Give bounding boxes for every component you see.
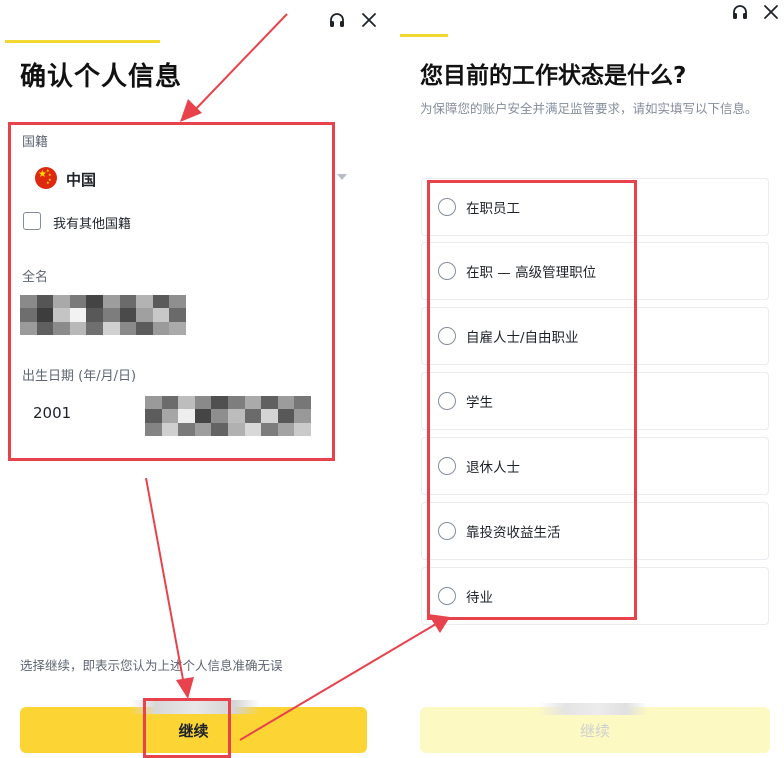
radio-icon[interactable] xyxy=(438,587,456,605)
disclaimer-text: 选择继续，即表示您认为上述个人信息准确无误 xyxy=(20,658,283,673)
page-title: 确认个人信息 xyxy=(20,62,183,92)
other-nationality-label[interactable]: 我有其他国籍 xyxy=(53,213,131,232)
close-icon[interactable] xyxy=(358,9,380,31)
arrow-to-continue xyxy=(145,477,185,686)
option-self-employed[interactable]: 自雇人士/自由职业 xyxy=(421,307,769,365)
headset-icon[interactable] xyxy=(729,1,751,23)
full-name-field-redacted[interactable] xyxy=(20,295,186,335)
blurred-overlay xyxy=(130,700,260,714)
other-nationality-checkbox[interactable] xyxy=(23,212,41,230)
option-label: 待业 xyxy=(466,590,493,606)
dob-label: 出生日期 (年/月/日) xyxy=(22,369,137,384)
arrowhead xyxy=(180,99,202,122)
option-retired[interactable]: 退休人士 xyxy=(421,437,769,495)
china-flag-icon: ★ ★ ★ ★ ★ xyxy=(35,167,57,189)
headset-icon[interactable] xyxy=(326,9,348,31)
option-label: 在职员工 xyxy=(466,201,520,217)
dob-year-field[interactable]: 2001 xyxy=(33,404,71,422)
option-label: 在职 — 高级管理职位 xyxy=(466,265,597,281)
close-icon[interactable] xyxy=(760,1,782,23)
arrow-to-personal-info xyxy=(191,13,288,114)
radio-icon[interactable] xyxy=(438,522,456,540)
page-subtitle: 为保障您的账户安全并满足监管要求，请如实填写以下信息。 xyxy=(420,101,758,116)
radio-icon[interactable] xyxy=(438,392,456,410)
radio-icon[interactable] xyxy=(438,327,456,345)
option-senior-management[interactable]: 在职 — 高级管理职位 xyxy=(421,242,769,300)
caret-down-icon[interactable] xyxy=(337,174,347,180)
nationality-label: 国籍 xyxy=(22,135,49,150)
arrowhead xyxy=(176,677,194,699)
radio-icon[interactable] xyxy=(438,198,456,216)
option-label: 学生 xyxy=(466,395,493,411)
radio-icon[interactable] xyxy=(438,457,456,475)
option-employed[interactable]: 在职员工 xyxy=(421,178,769,236)
option-unemployed[interactable]: 待业 xyxy=(421,567,769,625)
page-title: 您目前的工作状态是什么? xyxy=(420,63,687,89)
full-name-label: 全名 xyxy=(22,270,49,285)
option-investment-income[interactable]: 靠投资收益生活 xyxy=(421,502,769,560)
option-label: 靠投资收益生活 xyxy=(466,525,561,541)
option-student[interactable]: 学生 xyxy=(421,372,769,430)
nationality-value: 中国 xyxy=(66,171,97,189)
progress-bar xyxy=(5,40,160,43)
progress-bar xyxy=(400,34,448,37)
radio-icon[interactable] xyxy=(438,262,456,280)
option-label: 退休人士 xyxy=(466,460,520,476)
blurred-overlay xyxy=(538,703,648,715)
dob-month-day-redacted[interactable] xyxy=(145,396,311,436)
option-label: 自雇人士/自由职业 xyxy=(466,330,579,346)
